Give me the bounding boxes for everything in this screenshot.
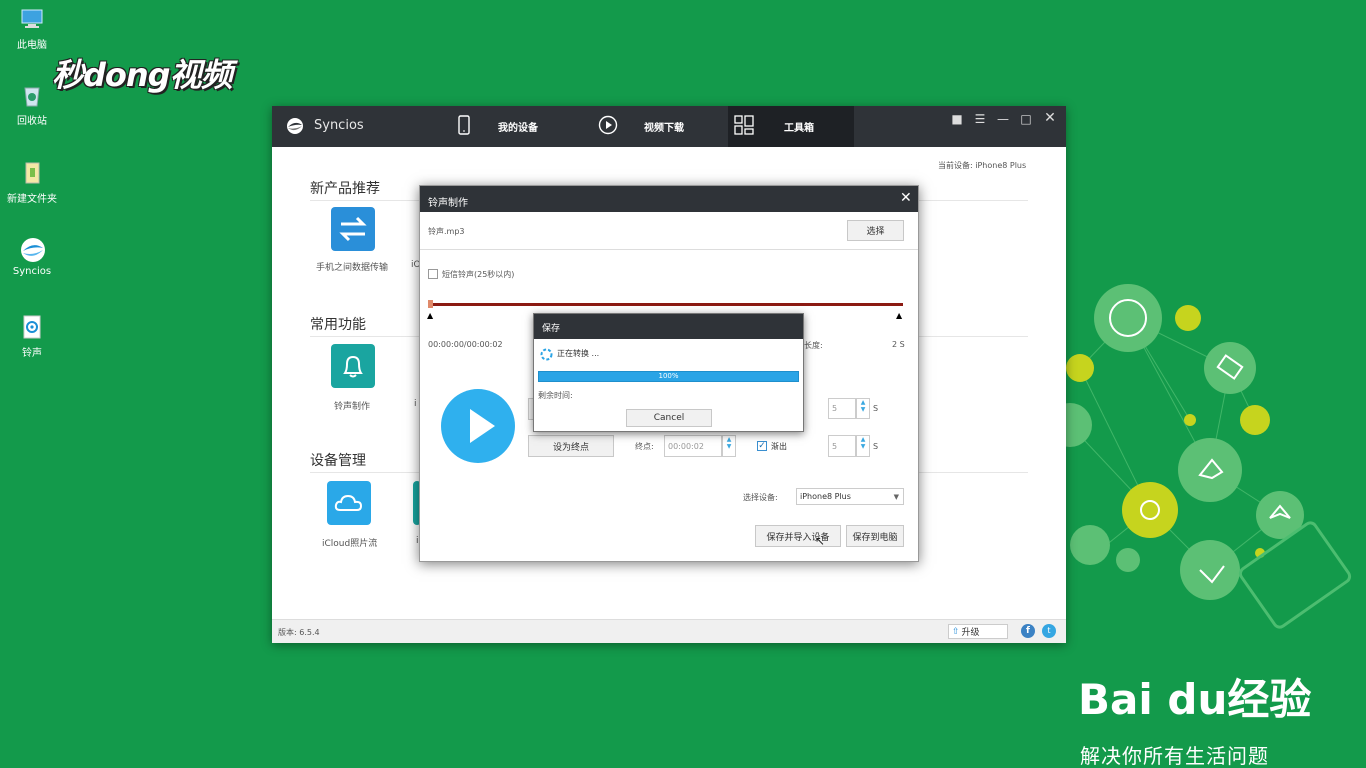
desktop-icon-folder[interactable]: 新建文件夹: [4, 160, 60, 205]
end-time-label: 终点:: [635, 442, 654, 451]
app-name: Syncios: [314, 118, 364, 133]
ringtone-maker-tile[interactable]: [331, 344, 375, 388]
current-device: 当前设备: iPhone8 Plus: [938, 161, 1027, 170]
syncios-logo-icon: [286, 117, 304, 139]
divider: [420, 249, 918, 250]
phone-transfer-tile[interactable]: [331, 207, 375, 251]
maximize-icon[interactable]: □: [1019, 112, 1033, 126]
fade-in-spinner[interactable]: ▲ ▼: [856, 398, 870, 419]
end-time-spinner[interactable]: ▲ ▼: [722, 435, 736, 457]
fade-out-seconds-input[interactable]: 5: [828, 435, 856, 457]
tab-my-device[interactable]: 我的设备: [458, 106, 568, 147]
length-label: 长度:: [804, 341, 823, 350]
save-progress-modal: 保存 正在转换 ... 100% 剩余时间: Cancel: [533, 313, 804, 432]
version-label: 版本: 6.5.4: [278, 628, 320, 637]
fade-out-spinner[interactable]: ▲ ▼: [856, 435, 870, 457]
desktop-icon-computer[interactable]: 此电脑: [4, 6, 60, 51]
folder-icon: [19, 160, 45, 186]
ringtone-file-icon: [19, 314, 45, 340]
fade-in-seconds-input[interactable]: 5: [828, 398, 856, 419]
progress-text: 100%: [658, 372, 679, 380]
play-circle-icon: [598, 115, 618, 138]
minimize-icon[interactable]: —: [996, 112, 1010, 126]
fade-out-label: 渐出: [771, 442, 787, 451]
end-time-input[interactable]: 00:00:02: [664, 435, 722, 457]
tile-label: 铃声制作: [334, 402, 371, 412]
play-icon: [470, 409, 495, 443]
cloud-icon: [334, 494, 363, 511]
feedback-icon[interactable]: ■: [950, 112, 964, 126]
modal-header: 保存: [534, 314, 803, 339]
desktop-icon-label: 铃声: [22, 348, 42, 359]
close-icon[interactable]: ✕: [1043, 110, 1057, 126]
conversion-status: 正在转换 ...: [557, 349, 600, 358]
watermark-top-logo: 秒dong视频: [52, 56, 233, 94]
decorative-network-graphic: [1048, 284, 1352, 629]
window-titlebar: Syncios 我的设备 视频下载 工具箱 ■ ☰ — □ ✕: [272, 106, 1066, 147]
icloud-photo-stream-tile[interactable]: [327, 481, 371, 525]
desktop-icon-label: 回收站: [17, 116, 47, 127]
loading-spinner-icon: [540, 346, 553, 365]
play-button[interactable]: [441, 389, 515, 463]
save-to-pc-button[interactable]: 保存到电脑: [846, 525, 904, 547]
select-device-label: 选择设备:: [743, 493, 778, 502]
section-title-device-management: 设备管理: [310, 453, 366, 469]
tab-toolbox[interactable]: 工具箱: [728, 106, 854, 147]
transfer-arrows-icon: [339, 216, 367, 242]
tile-label: i: [414, 399, 417, 409]
status-bar: 版本: 6.5.4 ⇧ 升级 f t: [272, 619, 1066, 643]
twitter-icon[interactable]: t: [1042, 624, 1056, 638]
modal-title: 保存: [542, 324, 561, 334]
sms-ringtone-label: 短信铃声(25秒以内): [442, 270, 515, 279]
set-end-button[interactable]: 设为终点: [528, 435, 614, 457]
desktop-icon-label: Syncios: [12, 266, 52, 277]
conversion-progress-bar: 100%: [538, 371, 799, 382]
syncios-app-icon: [19, 236, 45, 262]
desktop-icon-label: 新建文件夹: [7, 194, 57, 205]
seconds-unit: S: [873, 442, 879, 451]
sms-ringtone-checkbox[interactable]: [428, 269, 438, 279]
trim-track[interactable]: [430, 303, 903, 306]
time-display: 00:00:00/00:00:02: [428, 340, 503, 349]
computer-icon: [19, 6, 45, 32]
length-value: 2 S: [892, 340, 905, 349]
fade-out-checkbox[interactable]: ✓: [757, 441, 767, 451]
desktop-icon-label: 此电脑: [17, 40, 47, 51]
remaining-time-label: 剩余时间:: [538, 391, 573, 400]
save-and-import-button[interactable]: 保存并导入设备: [755, 525, 841, 547]
chevron-down-icon: ▼: [893, 492, 899, 501]
choose-file-button[interactable]: 选择: [847, 220, 904, 241]
upload-arrow-icon: ⇧: [952, 626, 960, 637]
file-name: 铃声.mp3: [428, 227, 465, 236]
facebook-icon[interactable]: f: [1021, 624, 1035, 638]
start-marker-icon[interactable]: ▲: [427, 311, 433, 320]
section-title-new-products: 新产品推荐: [310, 181, 380, 197]
device-select[interactable]: iPhone8 Plus ▼: [796, 488, 904, 505]
end-marker-icon[interactable]: ▲: [896, 311, 902, 320]
dialog-close-icon[interactable]: ✕: [900, 190, 912, 206]
dialog-header: 铃声制作: [420, 186, 918, 212]
mouse-cursor-icon: ↖: [815, 534, 826, 548]
desktop-icon-syncios[interactable]: Syncios: [4, 236, 60, 277]
bell-icon: [343, 355, 363, 378]
menu-icon[interactable]: ☰: [973, 112, 987, 126]
upgrade-button[interactable]: ⇧ 升级: [948, 624, 1008, 639]
trim-start-handle[interactable]: [428, 300, 433, 308]
tab-video-download[interactable]: 视频下载: [598, 106, 718, 147]
watermark-tagline: 解决你所有生活问题: [1080, 744, 1269, 768]
tile-label: 手机之间数据传输: [316, 263, 389, 273]
seconds-unit: S: [873, 404, 879, 413]
phone-icon: [458, 115, 470, 138]
tile-label: iCloud照片流: [322, 539, 378, 549]
section-title-common: 常用功能: [310, 317, 366, 333]
watermark-baidu-logo: Bai du经验: [1078, 675, 1312, 724]
dialog-title: 铃声制作: [428, 198, 468, 209]
grid-icon: [734, 115, 754, 138]
cancel-button[interactable]: Cancel: [626, 409, 712, 427]
desktop-icon-ringtone[interactable]: 铃声: [4, 314, 60, 359]
recycle-bin-icon: [19, 82, 45, 108]
